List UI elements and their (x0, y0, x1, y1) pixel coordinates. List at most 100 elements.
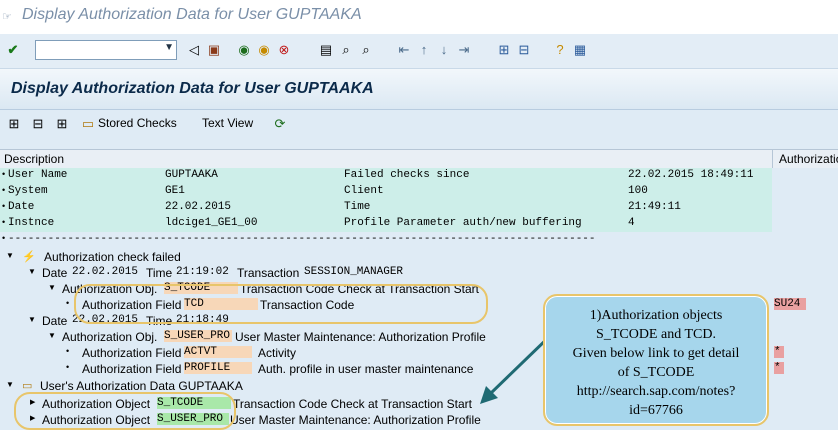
date-value: 22.02.2015 (72, 266, 139, 278)
transaction-value: SESSION_MANAGER (304, 266, 404, 278)
info-value: 22.02.2015 (165, 201, 232, 213)
highlight-oval (14, 392, 236, 430)
transaction-label: Transaction (237, 266, 300, 280)
info-value: 4 (628, 217, 635, 229)
callout-line: http://search.sap.com/notes? (576, 384, 736, 399)
bullet-icon: • (66, 346, 70, 356)
description-column-header[interactable]: Description (4, 152, 64, 166)
expand-triangle-icon[interactable]: ▼ (28, 267, 36, 276)
auth-object-label: Authorization Obj. (62, 330, 158, 344)
info-value: ldcige1_GE1_00 (165, 217, 258, 229)
separator-line: ----------------------------------------… (8, 233, 596, 245)
application-toolbar: ⊞ ⊟ ⊞ ▭ Stored Checks Text View ⟳ (0, 110, 838, 148)
callout-line: of S_TCODE (617, 365, 695, 380)
info-value: 21:49:11 (628, 201, 681, 213)
chevron-down-icon[interactable]: ▼ (164, 42, 174, 53)
standard-toolbar: ✔ ▼ ◁ ▣ ◉ ◉ ⊗ ▤ ⌕ ⌕ ⇤ ↑ ↓ ⇥ ⊞ ⊟ ? ▦ (0, 34, 838, 69)
expand-triangle-icon[interactable]: ▼ (6, 380, 14, 389)
info-label: Instnce (8, 217, 55, 229)
info-row: Instnce ldcige1_GE1_00 Profile Parameter… (0, 216, 772, 232)
authorization-column-header[interactable]: Authorizatio (772, 150, 838, 170)
bullet-icon: • (66, 362, 70, 372)
info-label: Failed checks since (344, 169, 470, 181)
info-label: Profile Parameter auth/new buffering (344, 217, 582, 229)
expand-triangle-icon[interactable]: ▼ (28, 315, 36, 324)
info-label: User Name (8, 169, 68, 181)
window-menu-icon[interactable]: ☞ (2, 10, 12, 23)
date-label: Date (42, 266, 68, 280)
expand-all-icon[interactable]: ⊞ (6, 116, 22, 132)
layout-menu-icon[interactable]: ▦ (572, 42, 588, 58)
info-value: GE1 (165, 185, 185, 197)
info-label: System (8, 185, 48, 197)
info-row: System GE1 Client 100 (0, 184, 772, 200)
find-icon[interactable]: ⌕ (338, 42, 354, 58)
auth-object-desc: Transaction Code Check at Transaction St… (233, 397, 473, 411)
auth-object-desc: User Master Maintenance: Authorization P… (235, 330, 486, 344)
auth-field-label: Authorization Field (82, 346, 182, 360)
expand-triangle-icon[interactable]: ▼ (48, 331, 56, 340)
info-value: GUPTAAKA (165, 169, 218, 181)
info-label: Client (344, 185, 384, 197)
info-value: 22.02.2015 18:49:11 (628, 169, 754, 181)
folder-icon[interactable]: ▭ (80, 116, 96, 132)
collapse-all-icon[interactable]: ⊟ (30, 116, 46, 132)
column-header-row: Description Authorizatio (0, 149, 838, 170)
refresh-icon[interactable]: ⟳ (272, 116, 288, 132)
info-row: User Name GUPTAAKA Failed checks since 2… (0, 168, 772, 184)
next-page-icon[interactable]: ↓ (436, 42, 452, 58)
time-value: 21:19:02 (176, 266, 229, 278)
auth-field-value: * (774, 346, 784, 358)
auth-field-desc: Auth. profile in user master maintenance (258, 362, 474, 376)
window-title-bar: ☞ Display Authorization Data for User GU… (0, 0, 838, 34)
separator-row: ----------------------------------------… (0, 232, 838, 248)
info-row: Date 22.02.2015 Time 21:49:11 (0, 200, 772, 216)
first-page-icon[interactable]: ⇤ (396, 42, 412, 58)
node-label: User's Authorization Data GUPTAAKA (40, 379, 243, 393)
auth-field-value: SU24 (774, 298, 806, 310)
find-next-icon[interactable]: ⌕ (358, 42, 374, 58)
stored-checks-button[interactable]: Stored Checks (98, 116, 177, 130)
expand-subtree-icon[interactable]: ⊞ (54, 116, 70, 132)
bullet-icon: • (2, 185, 6, 195)
bullet-icon: • (2, 169, 6, 179)
page-title: Display Authorization Data for User GUPT… (11, 80, 374, 97)
callout-line: S_TCODE and TCD. (596, 327, 716, 342)
cancel-icon[interactable]: ⊗ (276, 42, 292, 58)
callout-line: id=67766 (629, 403, 683, 418)
exit-icon[interactable]: ◉ (256, 42, 272, 58)
auth-field-desc: Activity (258, 346, 297, 360)
text-view-button[interactable]: Text View (202, 116, 253, 130)
auth-field-name: ACTVT (184, 346, 252, 358)
date-label: Date (42, 314, 68, 328)
bullet-icon: • (2, 201, 6, 211)
arrow-line (488, 334, 552, 396)
expand-triangle-icon[interactable]: ▼ (48, 283, 56, 292)
print-icon[interactable]: ▤ (318, 42, 334, 58)
tree-node-check-failed[interactable]: ▼ ⚡ Authorization check failed (0, 249, 838, 265)
save-icon[interactable]: ▣ (206, 42, 222, 58)
auth-object-name: S_USER_PRO (164, 330, 232, 342)
auth-field-value: * (774, 362, 784, 374)
callout-line: 1)Authorization objects (589, 308, 723, 323)
callout-line: Given below link to get detail (572, 346, 740, 361)
info-label: Date (8, 201, 35, 213)
help-icon[interactable]: ? (552, 42, 568, 58)
previous-page-icon[interactable]: ↑ (416, 42, 432, 58)
shortcut-icon[interactable]: ⊟ (516, 42, 532, 58)
expand-triangle-icon[interactable]: ▼ (6, 251, 14, 260)
back-icon[interactable]: ◉ (236, 42, 252, 58)
last-page-icon[interactable]: ⇥ (456, 42, 472, 58)
bullet-icon: • (2, 233, 6, 243)
tree-node-date[interactable]: ▼ Date 22.02.2015 Time 21:19:02 Transact… (0, 265, 838, 281)
time-label: Time (146, 266, 173, 280)
enter-check-icon[interactable]: ✔ (5, 42, 21, 58)
failed-check-icon: ⚡ (22, 251, 36, 263)
window-title: Display Authorization Data for User GUPT… (22, 6, 362, 23)
collapse-icon[interactable]: ◁ (186, 42, 202, 58)
command-field[interactable]: ▼ (35, 40, 177, 60)
bullet-icon: • (66, 298, 70, 308)
callout-text: 1)Authorization objects S_TCODE and TCD.… (549, 306, 763, 420)
auth-field-label: Authorization Field (82, 362, 182, 376)
create-session-icon[interactable]: ⊞ (496, 42, 512, 58)
